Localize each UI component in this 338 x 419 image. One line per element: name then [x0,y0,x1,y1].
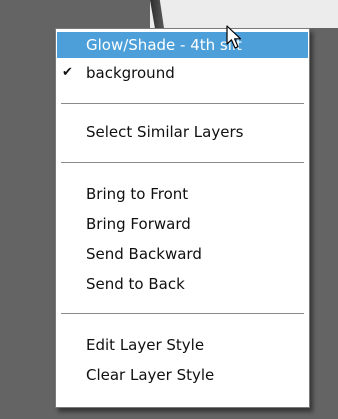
canvas-background-light [150,0,338,28]
layer-context-menu: Glow/Shade - 4th slit ✔ background Selec… [55,28,310,408]
menu-item-label: Edit Layer Style [86,336,205,354]
mouse-pointer-icon [226,25,242,49]
menu-item-label: background [86,64,175,82]
menu-item-label: Clear Layer Style [86,366,215,384]
menu-separator [61,313,304,314]
menu-separator [61,162,304,163]
menu-item-edit-layer-style[interactable]: Edit Layer Style [57,332,308,358]
menu-item-send-backward[interactable]: Send Backward [57,241,308,267]
menu-item-clear-layer-style[interactable]: Clear Layer Style [57,362,308,388]
menu-item-label: Send to Back [86,275,185,293]
menu-item-label: Bring to Front [86,185,189,203]
menu-item-bring-to-front[interactable]: Bring to Front [57,181,308,207]
menu-item-label: Glow/Shade - 4th slit [86,36,242,54]
menu-item-background-layer[interactable]: ✔ background [57,60,308,86]
menu-item-label: Bring Forward [86,215,191,233]
menu-item-send-to-back[interactable]: Send to Back [57,271,308,297]
menu-item-label: Select Similar Layers [86,123,244,141]
checkmark-icon: ✔ [62,65,73,80]
menu-item-glow-shade-layer[interactable]: Glow/Shade - 4th slit [57,32,308,58]
menu-item-label: Send Backward [86,245,202,263]
menu-separator [61,103,304,104]
menu-item-select-similar-layers[interactable]: Select Similar Layers [57,119,308,145]
menu-item-bring-forward[interactable]: Bring Forward [57,211,308,237]
